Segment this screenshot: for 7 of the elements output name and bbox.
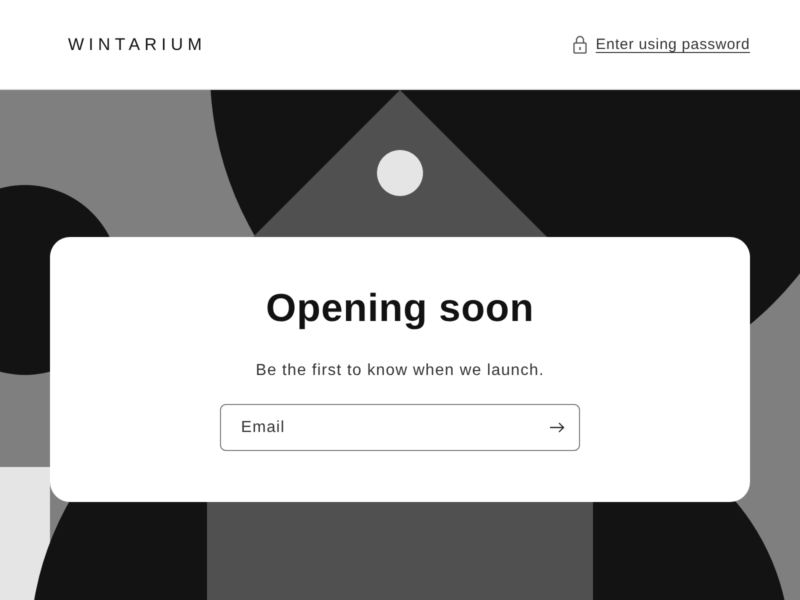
store-logo: WINTARIUM (68, 34, 206, 54)
lock-icon (572, 35, 587, 54)
arrow-right-icon (550, 422, 564, 433)
subtitle-text: Be the first to know when we launch. (256, 362, 544, 380)
enter-password-link[interactable]: Enter using password (596, 36, 750, 53)
email-input-field[interactable]: Email (220, 404, 580, 451)
page-heading: Opening soon (266, 287, 534, 331)
